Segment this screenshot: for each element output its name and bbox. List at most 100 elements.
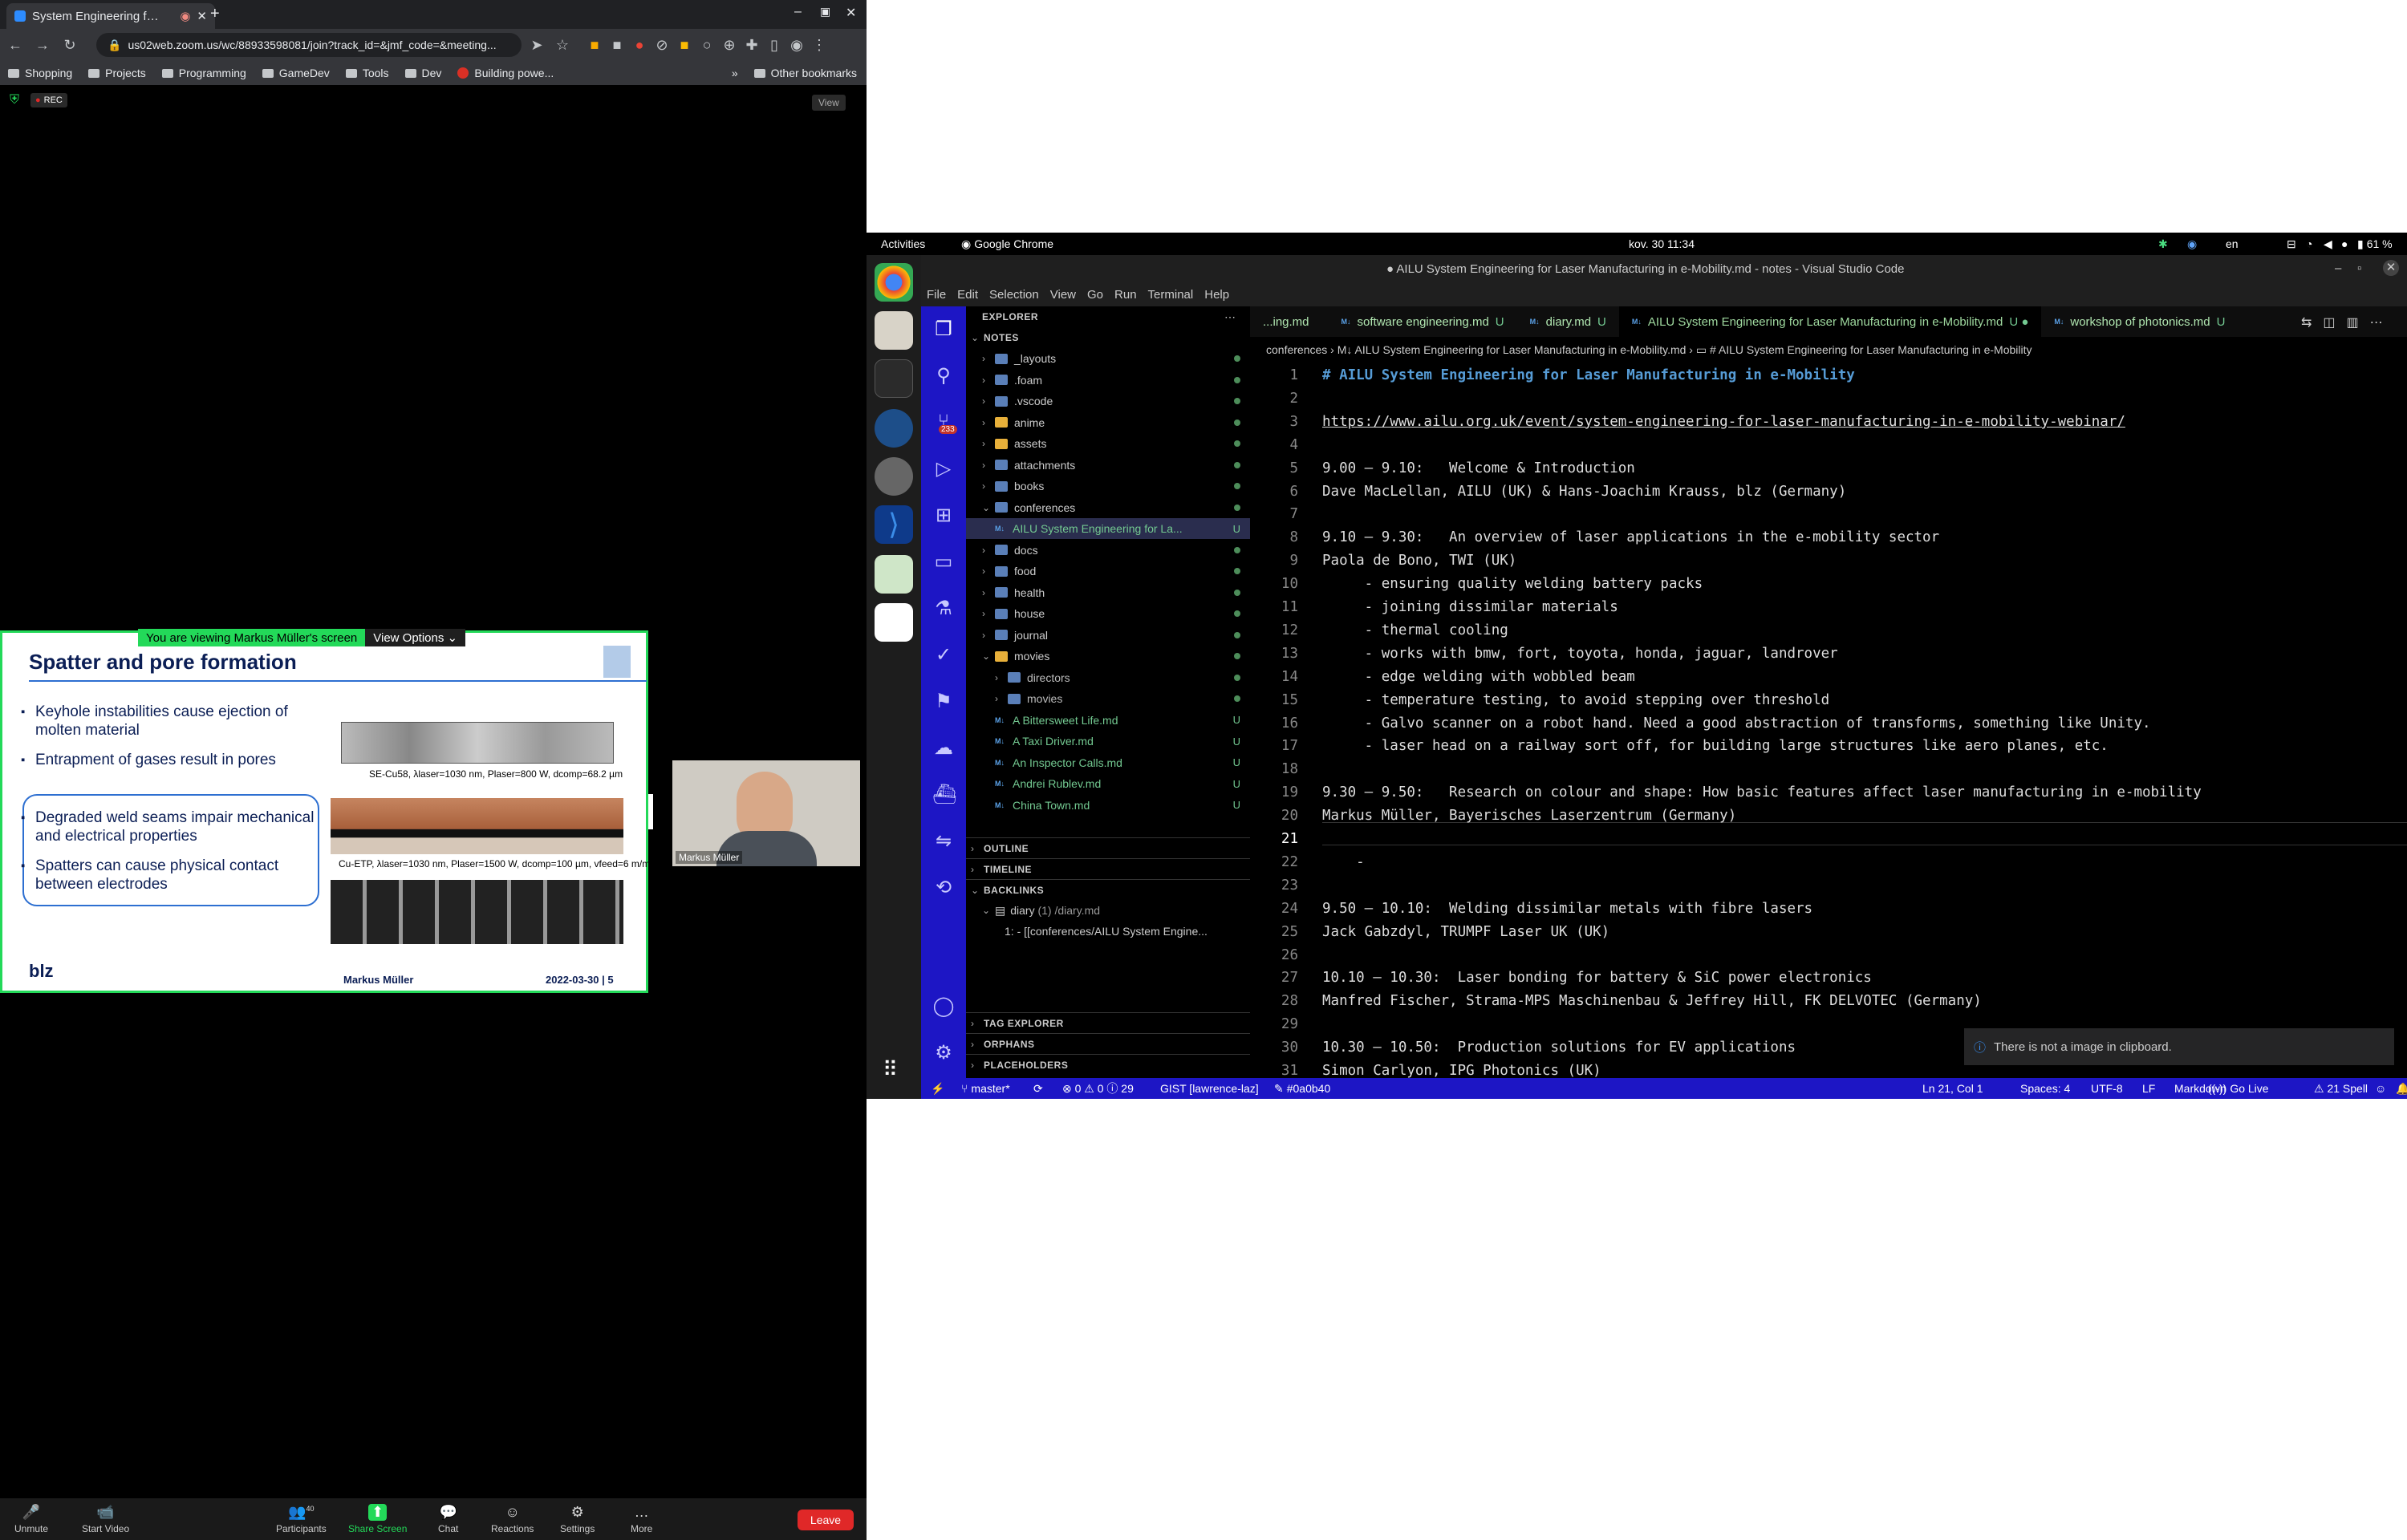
tray-icon[interactable]: ✱ <box>2158 237 2168 251</box>
wifi-icon[interactable]: ◔ <box>2306 237 2312 250</box>
editor-tab[interactable]: M↓ workshop of photonics.md U <box>2041 306 2238 337</box>
bookmark-folder[interactable]: Shopping <box>8 67 72 79</box>
extensions-icon[interactable]: ⊞ <box>932 504 955 526</box>
graph-icon[interactable]: ☁ <box>932 736 955 759</box>
keyboard-layout[interactable]: en <box>2226 237 2239 250</box>
share-icon[interactable]: ➤ <box>528 37 546 54</box>
minimize-icon[interactable]: – <box>794 5 802 19</box>
folder-item[interactable]: › books <box>966 476 1250 496</box>
maximize-icon[interactable]: ▫ <box>2357 261 2361 275</box>
editor-tab[interactable]: M↓ diary.md U <box>1517 306 1619 337</box>
sync-icon[interactable]: ⟳ <box>1033 1078 1043 1099</box>
participants-button[interactable]: 👥40 Participants <box>276 1498 327 1540</box>
close-window-icon[interactable]: ✕ <box>846 5 856 21</box>
files-dock-icon[interactable] <box>875 311 913 350</box>
chrome-dock-icon[interactable] <box>875 263 913 302</box>
notes-section-header[interactable]: ⌄ NOTES <box>966 327 1250 348</box>
folder-item[interactable]: ⌄ conferences <box>966 497 1250 518</box>
app-dock-icon[interactable] <box>875 603 913 642</box>
orphans-section[interactable]: › ORPHANS <box>966 1033 1250 1054</box>
encoding[interactable]: UTF-8 <box>2091 1078 2123 1099</box>
color-indicator[interactable]: ✎ #0a0b40 <box>1274 1078 1330 1099</box>
extension-icon[interactable]: ■ <box>586 37 603 54</box>
timeline-section[interactable]: › TIMELINE <box>966 858 1250 879</box>
bookmark-folder[interactable]: Programming <box>161 67 246 79</box>
backlink-reference[interactable]: 1: - [[conferences/AILU System Engine... <box>966 921 1250 942</box>
menu-file[interactable]: File <box>927 288 946 302</box>
folder-item[interactable]: › journal <box>966 625 1250 646</box>
menu-edit[interactable]: Edit <box>957 288 978 302</box>
participant-video[interactable]: Markus Müller <box>672 760 860 866</box>
leave-button[interactable]: Leave <box>798 1510 854 1530</box>
file-item[interactable]: M↓ An Inspector Calls.md U <box>966 752 1250 773</box>
preview-icon[interactable]: ◫ <box>2323 314 2335 330</box>
maximize-icon[interactable]: ▣ <box>820 5 830 18</box>
bookmark-folder[interactable]: Dev <box>404 67 441 79</box>
docker-icon[interactable]: ⛴ <box>932 783 956 805</box>
checklist-icon[interactable]: ✓ <box>932 643 955 666</box>
close-icon[interactable]: ✕ <box>2383 260 2399 276</box>
testing-icon[interactable]: ⚗ <box>932 597 955 619</box>
show-apps-grid-icon[interactable]: ⠿ <box>883 1057 898 1082</box>
tab-close-icon[interactable]: ✕ <box>197 9 207 23</box>
side-panel-icon[interactable]: ▯ <box>765 37 783 54</box>
file-item[interactable]: M↓ China Town.md U <box>966 795 1250 816</box>
notification-toast[interactable]: ⓘ There is not a image in clipboard. <box>1964 1028 2394 1065</box>
placeholders-section[interactable]: › PLACEHOLDERS <box>966 1054 1250 1075</box>
browser-tab[interactable]: System Engineering f… ◉ ✕ <box>6 3 215 29</box>
bookmark-star-icon[interactable]: ☆ <box>554 37 571 54</box>
editor-tab[interactable]: ...ing.md <box>1250 306 1329 337</box>
tray-icon[interactable]: ◉ <box>2187 237 2197 251</box>
terminal-dock-icon[interactable] <box>875 359 913 398</box>
go-live-button[interactable]: ((·)) Go Live <box>2208 1078 2269 1099</box>
file-item[interactable]: M↓ A Bittersweet Life.md U <box>966 710 1250 731</box>
folder-item[interactable]: › .vscode <box>966 391 1250 411</box>
file-item[interactable]: M↓ Andrei Rublev.md U <box>966 773 1250 794</box>
clock[interactable]: kov. 30 11:34 <box>1629 237 1695 250</box>
unmute-button[interactable]: 🎤 Unmute <box>14 1498 48 1540</box>
extension-icon[interactable]: ⊕ <box>720 37 738 54</box>
folder-item[interactable]: ⌄ movies <box>966 646 1250 667</box>
backlink-file[interactable]: ⌄ ▤ diary (1) /diary.md <box>966 900 1250 921</box>
folder-item[interactable]: › .foam <box>966 370 1250 391</box>
search-icon[interactable]: ⚲ <box>932 364 955 387</box>
chat-button[interactable]: 💬 Chat <box>438 1498 458 1540</box>
branch-indicator[interactable]: ⑂ master* <box>961 1078 1010 1099</box>
menu-terminal[interactable]: Terminal <box>1148 288 1194 302</box>
activities-button[interactable]: Activities <box>881 237 925 250</box>
cursor-position[interactable]: Ln 21, Col 1 <box>1922 1078 1983 1099</box>
manage-gear-icon[interactable]: ⚙ <box>932 1041 955 1064</box>
profile-avatar-icon[interactable]: ◉ <box>788 37 806 54</box>
breadcrumb[interactable]: conferences › M↓ AILU System Engineering… <box>1250 337 2407 363</box>
extension-icon[interactable]: ⊘ <box>653 37 671 54</box>
bookmark-icon[interactable]: ⚑ <box>932 690 955 712</box>
view-options-button[interactable]: View Options ⌄ <box>365 629 466 646</box>
compare-icon[interactable]: ⇆ <box>2301 314 2312 330</box>
app-menu[interactable]: ◉ Google Chrome <box>961 237 1053 251</box>
accounts-icon[interactable]: ◯ <box>932 995 955 1017</box>
code-editor[interactable]: 1 # AILU System Engineering for Laser Man… <box>1250 363 2407 1078</box>
timeline-icon[interactable]: ⟲ <box>932 876 955 898</box>
folder-item[interactable]: › docs <box>966 540 1250 561</box>
bookmarks-overflow[interactable]: » <box>732 67 738 79</box>
backlinks-section[interactable]: ⌄ BACKLINKS <box>966 879 1250 900</box>
outline-section[interactable]: › OUTLINE <box>966 837 1250 858</box>
browser-menu-icon[interactable]: ⋮ <box>810 37 828 54</box>
tag-explorer-section[interactable]: › TAG EXPLORER <box>966 1012 1250 1033</box>
live-share-icon[interactable]: ⇋ <box>932 829 955 852</box>
problems-indicator[interactable]: ⊗ 0 ⚠ 0 ⓘ 29 <box>1062 1078 1134 1099</box>
editor-tab[interactable]: M↓ AILU System Engineering for Laser Manu… <box>1618 306 2042 337</box>
extensions-puzzle-icon[interactable]: ✚ <box>743 37 761 54</box>
view-button[interactable]: View <box>812 95 846 111</box>
folder-item[interactable]: › _layouts <box>966 348 1250 369</box>
reload-icon[interactable]: ↻ <box>61 37 79 54</box>
folder-item[interactable]: › anime <box>966 412 1250 433</box>
end-of-line[interactable]: LF <box>2142 1078 2155 1099</box>
share-screen-button[interactable]: ⬆ Share Screen <box>348 1498 407 1540</box>
remote-explorer-icon[interactable]: ▭ <box>932 550 955 573</box>
forward-icon[interactable]: → <box>34 37 51 54</box>
folder-item[interactable]: › food <box>966 561 1250 582</box>
start-video-button[interactable]: 📹 Start Video <box>82 1498 129 1540</box>
menu-go[interactable]: Go <box>1087 288 1103 302</box>
extension-icon[interactable]: ■ <box>676 37 693 54</box>
